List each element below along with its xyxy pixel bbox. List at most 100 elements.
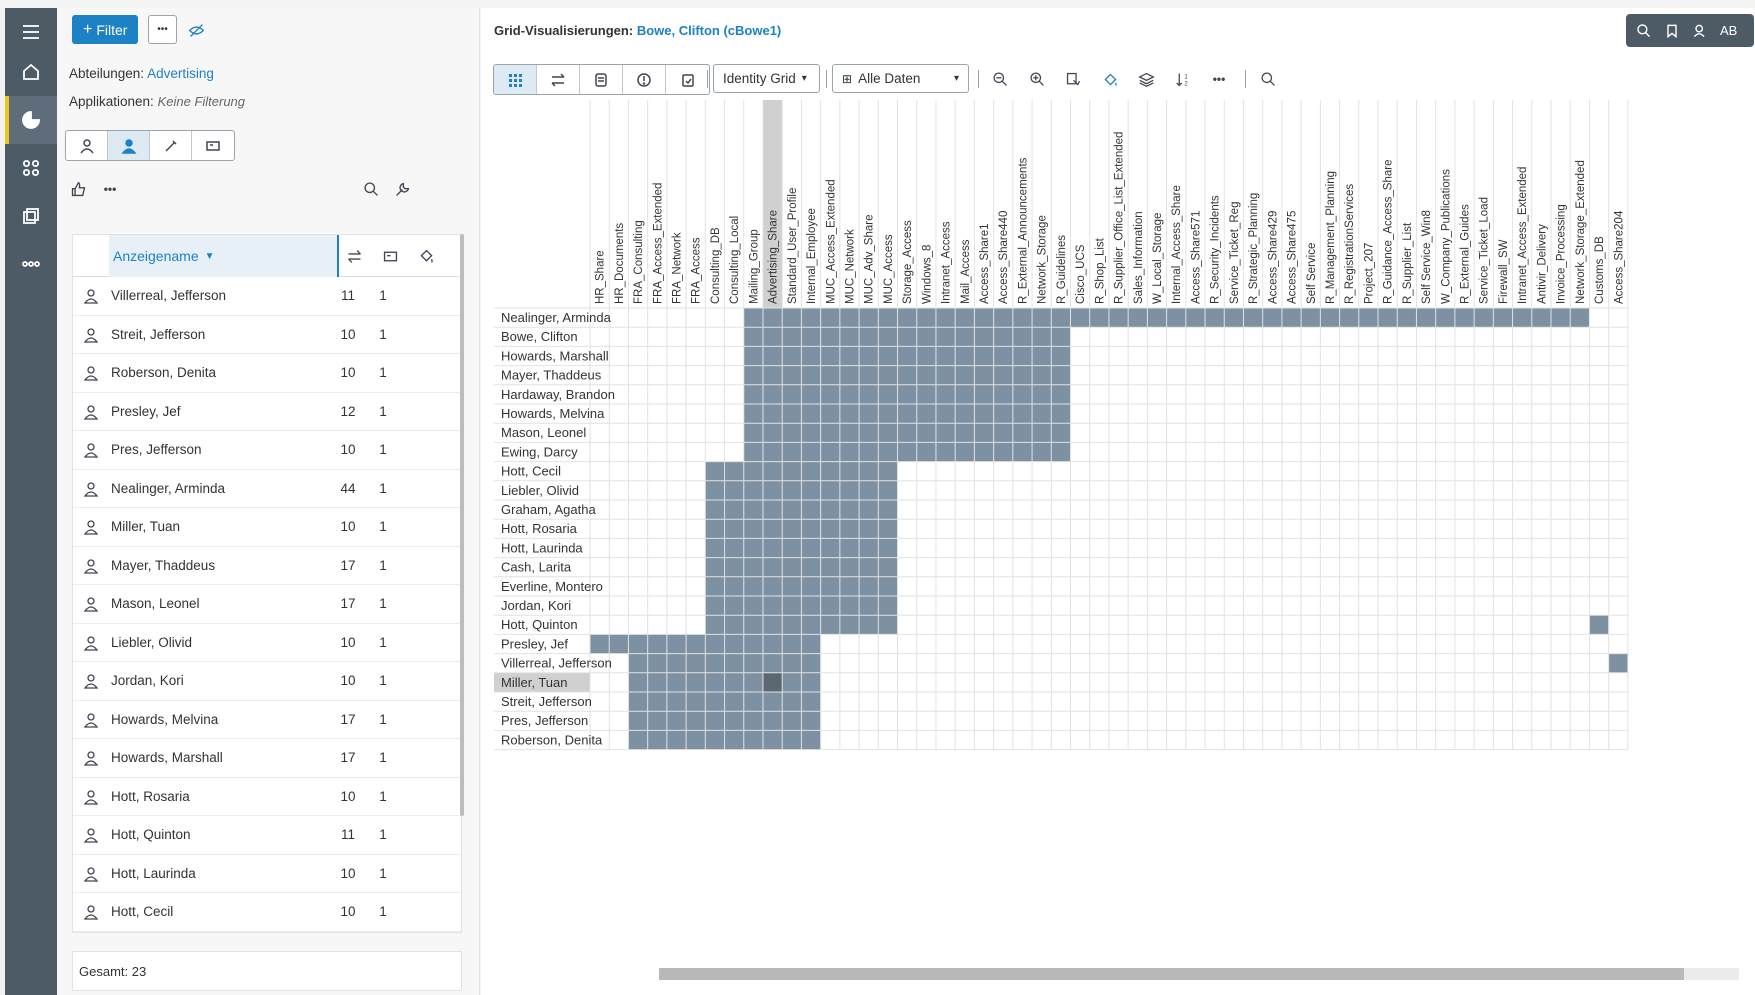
grid-cell[interactable]: [974, 365, 994, 385]
grid-cell[interactable]: [993, 327, 1013, 347]
grid-cell[interactable]: [743, 596, 763, 616]
column-header-label[interactable]: R_Security_Incidents: [1210, 195, 1222, 304]
grid-cell[interactable]: [782, 480, 802, 500]
grid-cell[interactable]: [916, 308, 936, 328]
grid-cell[interactable]: [820, 576, 840, 596]
grid-cell[interactable]: [878, 461, 898, 481]
grid-cell[interactable]: [801, 557, 821, 577]
grid-cell[interactable]: [782, 596, 802, 616]
column-header-label[interactable]: Advertising_Share: [768, 210, 780, 304]
column-header-label[interactable]: HR_Share: [595, 250, 607, 304]
column-header-label[interactable]: Sales_Information: [1133, 211, 1145, 304]
column-header-label[interactable]: Antivir_Delivery: [1536, 224, 1548, 304]
grid-cell[interactable]: [743, 384, 763, 404]
column-header-label[interactable]: R_Shop_List: [1094, 237, 1106, 304]
grid-cell[interactable]: [1032, 404, 1052, 424]
grid-cell[interactable]: [993, 442, 1013, 462]
grid-cell[interactable]: [801, 404, 821, 424]
grid-cell[interactable]: [878, 596, 898, 616]
grid-cell[interactable]: [762, 596, 783, 616]
grid-cell[interactable]: [1416, 308, 1436, 328]
grid-cell[interactable]: [628, 692, 648, 712]
grid-cell[interactable]: [705, 711, 725, 731]
grid-cell[interactable]: [1339, 308, 1359, 328]
grid-cell[interactable]: [993, 346, 1013, 366]
grid-cell[interactable]: [878, 500, 898, 520]
column-header-label[interactable]: Internal_Access_Share: [1171, 185, 1183, 304]
column-header-transfer-icon[interactable]: [345, 247, 363, 265]
grid-cell[interactable]: [686, 672, 706, 692]
grid-cell[interactable]: [1262, 308, 1282, 328]
grid-cell[interactable]: [743, 346, 763, 366]
grid-cell[interactable]: [801, 672, 821, 692]
table-row[interactable]: Jordan, Kori 10 1: [73, 662, 461, 701]
grid-scroll-thumb[interactable]: [659, 968, 1684, 980]
column-header-label[interactable]: Project_207: [1363, 243, 1375, 304]
grid-cell[interactable]: [1608, 653, 1628, 673]
grid-cell[interactable]: [974, 384, 994, 404]
grid-cell[interactable]: [743, 576, 763, 596]
row-header-label[interactable]: Howards, Melvina: [501, 406, 605, 421]
grid-cell[interactable]: [743, 692, 763, 712]
grid-cell[interactable]: [762, 519, 783, 539]
grid-cell[interactable]: [705, 672, 725, 692]
grid-cell[interactable]: [801, 634, 821, 654]
column-header-label[interactable]: FRA_Access: [691, 237, 703, 304]
grid-cell[interactable]: [705, 538, 725, 558]
grid-cell[interactable]: [801, 519, 821, 539]
grid-cell[interactable]: [762, 327, 783, 347]
column-header-label[interactable]: R_External_Guides: [1460, 204, 1472, 304]
grid-cell[interactable]: [878, 423, 898, 443]
grid-cell[interactable]: [666, 692, 687, 712]
row-header-label[interactable]: Ewing, Darcy: [501, 444, 578, 459]
grid-cell[interactable]: [628, 730, 648, 750]
column-header-label[interactable]: FRA_Network: [671, 232, 683, 304]
command-icon[interactable]: [5, 144, 57, 192]
grid-cell[interactable]: [878, 365, 898, 385]
grid-cell[interactable]: [743, 711, 763, 731]
row-header-label[interactable]: Jordan, Kori: [501, 598, 571, 613]
grid-cell[interactable]: [859, 596, 879, 616]
column-header-card-icon[interactable]: [381, 247, 399, 265]
column-header-name[interactable]: Anzeigename ▼: [109, 235, 339, 277]
grid-cell[interactable]: [820, 500, 840, 520]
grid-cell[interactable]: [743, 653, 763, 673]
grid-cell[interactable]: [743, 442, 763, 462]
grid-cell[interactable]: [820, 461, 840, 481]
thumbs-up-icon[interactable]: [67, 178, 89, 200]
grid-cell[interactable]: [705, 519, 725, 539]
grid-cell[interactable]: [801, 692, 821, 712]
search-icon[interactable]: [360, 178, 382, 200]
column-header-label[interactable]: R_Guidelines: [1056, 235, 1068, 304]
grid-cell[interactable]: [820, 365, 840, 385]
grid-cell[interactable]: [897, 365, 917, 385]
grid-cell[interactable]: [897, 404, 917, 424]
grid-cell[interactable]: [801, 365, 821, 385]
column-header-label[interactable]: Access_Share475: [1287, 211, 1299, 304]
grid-cell[interactable]: [782, 384, 802, 404]
grid-cell[interactable]: [724, 672, 744, 692]
grid-cell[interactable]: [743, 538, 763, 558]
grid-cell[interactable]: [647, 730, 667, 750]
grid-cell[interactable]: [820, 327, 840, 347]
grid-cell[interactable]: [839, 327, 860, 347]
grid-cell[interactable]: [974, 423, 994, 443]
grid-cell[interactable]: [1032, 327, 1052, 347]
grid-cell[interactable]: [859, 461, 879, 481]
grid-cell[interactable]: [743, 634, 763, 654]
grid-cell[interactable]: [1070, 308, 1090, 328]
grid-cell[interactable]: [839, 538, 860, 558]
column-header-label[interactable]: R_External_Announcements: [1017, 157, 1029, 304]
table-row[interactable]: Villerreal, Jefferson 11 1: [73, 277, 461, 316]
grid-cell[interactable]: [935, 384, 956, 404]
grid-cell[interactable]: [686, 730, 706, 750]
grid-cell[interactable]: [1243, 308, 1263, 328]
grid-cell[interactable]: [801, 711, 821, 731]
grid-cell[interactable]: [1032, 423, 1052, 443]
row-header-label[interactable]: Mason, Leonel: [501, 425, 586, 440]
grid-cell[interactable]: [1051, 365, 1071, 385]
row-header-label[interactable]: Mayer, Thaddeus: [501, 368, 602, 383]
grid-cell[interactable]: [782, 634, 802, 654]
grid-cell[interactable]: [955, 384, 975, 404]
grid-cell[interactable]: [705, 615, 725, 635]
